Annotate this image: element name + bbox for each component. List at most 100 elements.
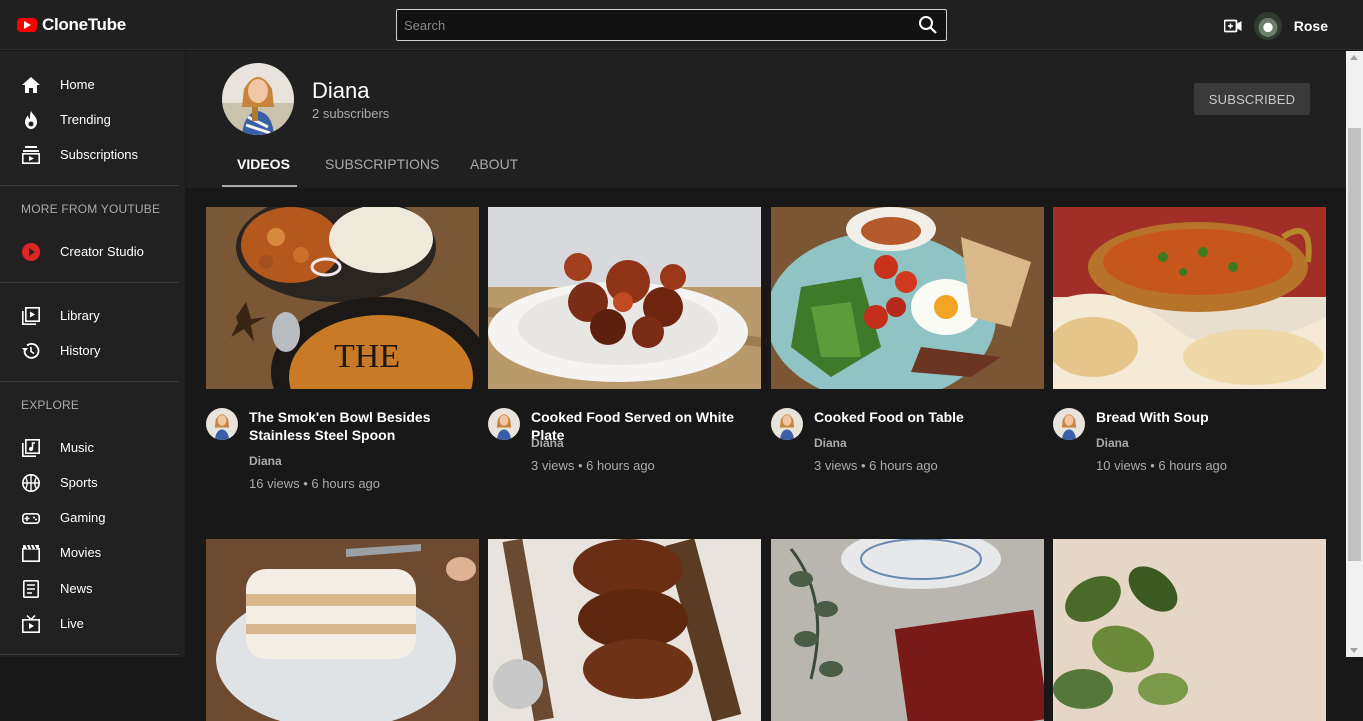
channel-avatar-small[interactable] xyxy=(206,408,238,440)
sidebar-item-trending[interactable]: Trending xyxy=(0,102,179,137)
video-card[interactable] xyxy=(1053,539,1326,721)
video-card[interactable]: Cooked Food on Table Diana 3 views • 6 h… xyxy=(771,207,1044,499)
divider xyxy=(0,381,179,382)
live-icon xyxy=(21,614,40,633)
history-icon xyxy=(22,342,40,359)
sidebar-item-history[interactable]: History xyxy=(0,333,179,368)
tab-videos[interactable]: VIDEOS xyxy=(237,156,290,172)
video-thumbnail[interactable] xyxy=(1053,539,1326,721)
video-stats: 3 views • 6 hours ago xyxy=(531,458,655,473)
video-thumbnail[interactable] xyxy=(771,539,1044,721)
channel-avatar[interactable] xyxy=(222,63,294,135)
tab-about[interactable]: ABOUT xyxy=(470,156,518,172)
news-icon xyxy=(22,579,39,598)
sidebar-item-movies[interactable]: Movies xyxy=(0,535,179,570)
movie-icon xyxy=(21,544,40,562)
video-channel-name[interactable]: Diana xyxy=(814,436,847,450)
library-icon xyxy=(22,306,40,325)
divider xyxy=(0,185,179,186)
sidebar-item-home[interactable]: Home xyxy=(0,67,179,102)
upload-video-icon[interactable] xyxy=(1223,19,1242,33)
subscribe-button[interactable]: SUBSCRIBED xyxy=(1194,83,1310,115)
svg-text:THE: THE xyxy=(334,338,400,375)
sidebar-item-label: Sports xyxy=(60,475,98,490)
sidebar-item-label: News xyxy=(60,581,93,596)
video-title[interactable]: Cooked Food on Table xyxy=(814,408,1044,426)
user-area: Rose xyxy=(1223,12,1328,40)
sidebar-item-label: Trending xyxy=(60,112,111,127)
scroll-up-arrow-icon[interactable] xyxy=(1350,55,1358,60)
search-box xyxy=(396,9,947,41)
channel-avatar-image xyxy=(222,63,294,135)
gamepad-icon xyxy=(21,512,40,524)
sidebar-item-label: Live xyxy=(60,616,84,631)
video-thumbnail[interactable] xyxy=(206,539,479,721)
subscriber-count: 2 subscribers xyxy=(312,106,390,121)
section-heading-explore: EXPLORE xyxy=(21,398,80,412)
channel-avatar-small[interactable] xyxy=(1053,408,1085,440)
sidebar-item-label: Gaming xyxy=(60,510,106,525)
video-title[interactable]: The Smok'en Bowl Besides Stainless Steel… xyxy=(249,408,479,444)
video-meta: The Smok'en Bowl Besides Stainless Steel… xyxy=(206,389,479,499)
video-stats: 10 views • 6 hours ago xyxy=(1096,458,1228,473)
video-thumbnail[interactable]: THE xyxy=(206,207,479,389)
sidebar-item-label: History xyxy=(60,343,101,358)
video-card[interactable] xyxy=(488,539,761,721)
scrollbar[interactable] xyxy=(1346,51,1363,657)
video-title[interactable]: Bread With Soup xyxy=(1096,408,1326,426)
app-logo[interactable]: CloneTube xyxy=(17,15,126,35)
sidebar: Home Trending Subscriptions MORE FROM YO… xyxy=(0,51,185,657)
video-meta: Cooked Food on Table Diana 3 views • 6 h… xyxy=(771,389,1044,499)
video-card[interactable] xyxy=(771,539,1044,721)
sidebar-item-sports[interactable]: Sports xyxy=(0,465,179,500)
sidebar-item-label: Movies xyxy=(60,545,102,560)
channel-name: Diana xyxy=(312,78,370,103)
music-icon xyxy=(22,438,40,457)
video-channel-name[interactable]: Diana xyxy=(531,436,564,450)
sidebar-item-creator-studio[interactable]: Creator Studio xyxy=(0,234,179,269)
tab-subscriptions[interactable]: SUBSCRIPTIONS xyxy=(325,156,439,172)
sidebar-item-label: Home xyxy=(60,77,95,92)
app-name: CloneTube xyxy=(42,15,126,34)
sidebar-item-label: Music xyxy=(60,440,94,455)
user-avatar[interactable] xyxy=(1253,12,1282,40)
logo-play-icon xyxy=(17,18,37,32)
sidebar-item-live[interactable]: Live xyxy=(0,606,179,641)
video-stats: 16 views • 6 hours ago xyxy=(249,476,381,491)
search-input[interactable] xyxy=(397,10,907,40)
video-card[interactable] xyxy=(206,539,479,721)
sidebar-item-library[interactable]: Library xyxy=(0,298,179,333)
video-title[interactable]: Cooked Food Served on White Plate xyxy=(531,408,761,444)
sidebar-item-label: Subscriptions xyxy=(60,147,139,162)
video-thumbnail[interactable] xyxy=(771,207,1044,389)
section-heading-more: MORE FROM YOUTUBE xyxy=(21,202,161,216)
video-card[interactable]: Bread With Soup Diana 10 views • 6 hours… xyxy=(1053,207,1326,499)
video-card[interactable]: Cooked Food Served on White Plate Diana … xyxy=(488,207,761,499)
top-bar: CloneTube Rose xyxy=(0,0,1363,50)
sidebar-item-news[interactable]: News xyxy=(0,571,179,606)
video-thumbnail[interactable] xyxy=(488,207,761,389)
video-thumbnail[interactable] xyxy=(488,539,761,721)
sidebar-item-gaming[interactable]: Gaming xyxy=(0,500,179,535)
subscriptions-icon xyxy=(21,145,40,164)
video-channel-name[interactable]: Diana xyxy=(249,454,282,468)
video-channel-name[interactable]: Diana xyxy=(1096,436,1129,450)
scroll-down-arrow-icon[interactable] xyxy=(1350,648,1358,653)
active-tab-indicator xyxy=(222,185,297,187)
channel-header: Diana 2 subscribers SUBSCRIBED VIDEOS SU… xyxy=(186,51,1346,188)
user-name[interactable]: Rose xyxy=(1294,18,1328,34)
sidebar-item-label: Library xyxy=(60,308,100,323)
sidebar-item-subscriptions[interactable]: Subscriptions xyxy=(0,137,179,172)
video-thumbnail[interactable] xyxy=(1053,207,1326,389)
search-button[interactable] xyxy=(918,15,940,35)
fire-icon xyxy=(25,110,37,129)
sidebar-item-music[interactable]: Music xyxy=(0,430,179,465)
channel-avatar-small[interactable] xyxy=(771,408,803,440)
video-meta: Bread With Soup Diana 10 views • 6 hours… xyxy=(1053,389,1326,499)
sports-icon xyxy=(22,473,40,492)
channel-avatar-small[interactable] xyxy=(488,408,520,440)
video-card[interactable]: THE The Smok'en Bowl Besides Stainless S… xyxy=(206,207,479,499)
scrollbar-thumb[interactable] xyxy=(1348,128,1361,561)
home-icon xyxy=(22,76,40,93)
video-stats: 3 views • 6 hours ago xyxy=(814,458,938,473)
